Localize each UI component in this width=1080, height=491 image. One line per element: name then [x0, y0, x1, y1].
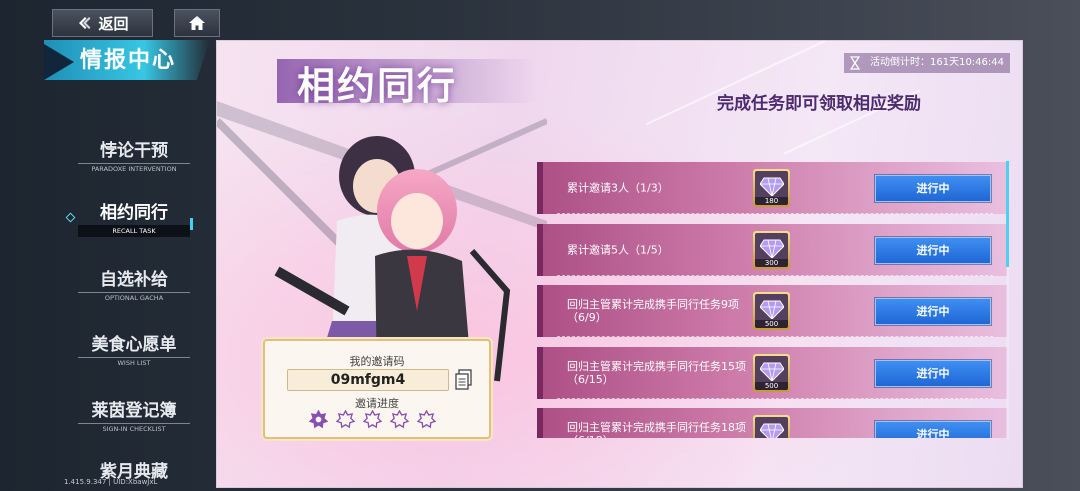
task-item: 累计邀请5人（1/5） 300 进行中 [537, 224, 1007, 276]
sidebar-item-label: 相约同行 [100, 203, 168, 223]
sidebar-item-sublabel: SIGN-IN CHECKLIST [78, 423, 190, 433]
back-label: 返回 [98, 14, 129, 33]
version-text: 1.415.9.347 | UID:XbawJxL [64, 478, 158, 486]
diamond-gem-icon [760, 239, 784, 258]
active-marker [190, 218, 193, 230]
reward-quantity: 500 [755, 320, 788, 328]
go-button[interactable]: 进行中 [875, 298, 991, 325]
sidebar-item-label: 自选补给 [100, 270, 168, 290]
task-description: 回归主管累计完成携手同行任务9项（6/9） [567, 298, 739, 324]
active-indicator-icon [65, 212, 76, 223]
task-list[interactable]: 累计邀请3人（1/3） 180 进行中 累计邀请5人（1/5） 300 进行中 … [217, 41, 1022, 438]
sidebar-item-signin[interactable]: 莱茵登记簿 SIGN-IN CHECKLIST [78, 396, 190, 433]
reward-item[interactable]: 500 [753, 292, 790, 330]
reward-item[interactable]: 500 [753, 354, 790, 392]
sidebar-item-label: 美食心愿单 [91, 335, 177, 355]
task-description: 回归主管累计完成携手同行任务18项（6/18） [567, 421, 746, 438]
sidebar-header-arrow [44, 44, 74, 80]
go-button[interactable]: 进行中 [875, 175, 991, 202]
sidebar-item-label: 悖论干预 [100, 141, 168, 161]
diamond-gem-icon [760, 300, 784, 319]
sidebar-item-sublabel: RECALL TASK [78, 225, 190, 237]
back-arrow-icon [79, 17, 91, 29]
task-description: 回归主管累计完成携手同行任务15项（6/15） [567, 360, 746, 386]
sidebar-item-gacha[interactable]: 自选补给 OPTIONAL GACHA [78, 265, 190, 302]
sidebar-item-wishlist[interactable]: 美食心愿单 WISH LIST [78, 330, 190, 367]
task-item: 回归主管累计完成携手同行任务18项（6/18） 500 进行中 [537, 408, 1007, 438]
go-button[interactable]: 进行中 [875, 237, 991, 264]
diamond-gem-icon [760, 362, 784, 381]
go-button[interactable]: 进行中 [875, 360, 991, 387]
back-button[interactable]: 返回 [52, 9, 153, 37]
scrollbar-thumb[interactable] [1006, 161, 1009, 267]
task-description: 累计邀请3人（1/3） [567, 181, 669, 195]
sidebar-item-sublabel: PARADOXE INTERVENTION [78, 163, 190, 173]
task-item: 累计邀请3人（1/3） 180 进行中 [537, 162, 1007, 214]
task-description: 累计邀请5人（1/5） [567, 243, 669, 257]
reward-quantity: 300 [755, 259, 788, 267]
diamond-gem-icon [760, 423, 784, 438]
sidebar-item-label: 莱茵登记簿 [91, 401, 177, 421]
home-button[interactable] [174, 9, 220, 37]
sidebar-item-sublabel: WISH LIST [78, 357, 190, 367]
sidebar-item-paradox[interactable]: 悖论干预 PARADOXE INTERVENTION [78, 136, 190, 173]
go-button[interactable]: 进行中 [875, 421, 991, 438]
diamond-gem-icon [760, 177, 784, 196]
sidebar-item-sublabel: OPTIONAL GACHA [78, 292, 190, 302]
sidebar-item-recall[interactable]: 相约同行 RECALL TASK [78, 198, 190, 237]
task-item: 回归主管累计完成携手同行任务9项（6/9） 500 进行中 [537, 285, 1007, 337]
home-icon [189, 16, 205, 30]
reward-item[interactable]: 500 [753, 415, 790, 438]
main-panel: 相约同行 活动倒计时：161天10:46:44 完成任务即可领取相应奖励 我的邀… [216, 40, 1023, 488]
sidebar-title: 情报中心 [80, 47, 177, 73]
reward-quantity: 180 [755, 197, 788, 205]
reward-quantity: 500 [755, 382, 788, 390]
reward-item[interactable]: 300 [753, 231, 790, 269]
task-item: 回归主管累计完成携手同行任务15项（6/15） 500 进行中 [537, 347, 1007, 399]
reward-item[interactable]: 180 [753, 169, 790, 207]
